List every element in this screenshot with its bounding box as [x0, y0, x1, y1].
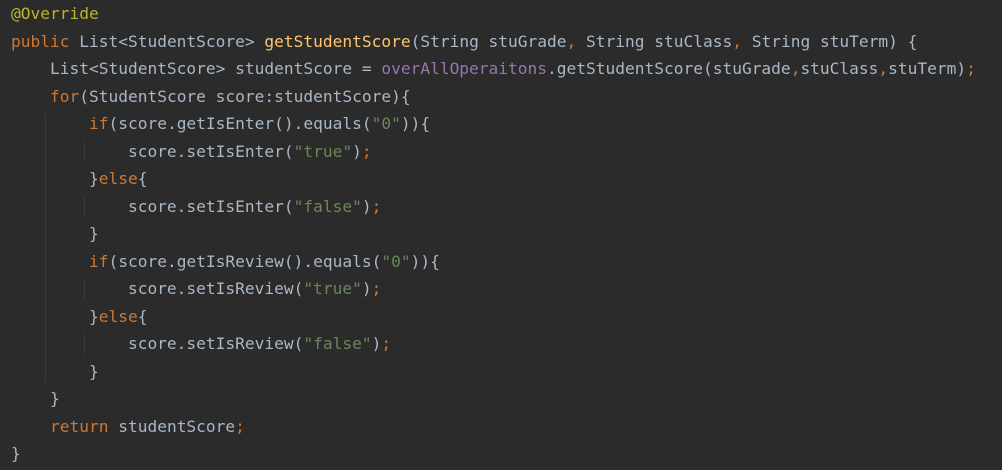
code-token-plain: )	[361, 279, 372, 298]
code-token-plain: )	[352, 141, 362, 161]
code-line: if(score.getIsEnter().equals("0")){	[11, 110, 430, 137]
code-token-keyword: else	[98, 169, 138, 188]
code-line: score.setIsEnter("true");	[11, 138, 372, 165]
code-token-keyword: else	[98, 306, 138, 326]
code-token-keyword: for	[49, 86, 80, 106]
code-token-plain: score.setIsEnter(	[11, 141, 294, 161]
code-token-keyword: ;	[371, 196, 382, 216]
code-token-plain: List<StudentScore>	[69, 31, 265, 51]
code-token-plain: }	[11, 169, 99, 188]
code-token-plain: .getStudentScore(stuGrade	[547, 59, 791, 78]
code-token-keyword: ;	[235, 416, 245, 436]
code-line: }	[11, 440, 21, 467]
code-token-keyword: ,	[566, 31, 587, 51]
code-token-field: overAllOperaitons	[381, 59, 548, 78]
code-token-plain: }	[11, 361, 99, 381]
code-line: score.setIsReview("true");	[11, 275, 381, 302]
code-token-string: "false"	[293, 196, 362, 216]
code-token-plain: )	[361, 196, 372, 216]
code-line: List<StudentScore> studentScore = overAl…	[11, 55, 976, 82]
code-token-plain: String stuClass	[586, 31, 733, 51]
code-line: }	[11, 385, 60, 412]
code-token-plain: score.setIsEnter(	[11, 196, 294, 216]
code-line: return studentScore;	[11, 413, 245, 440]
code-token-string: "0"	[371, 114, 401, 133]
code-token-plain: {	[137, 306, 148, 326]
code-token-keyword: ,	[732, 31, 752, 51]
code-token-method-decl: getStudentScore	[264, 31, 411, 51]
code-token-plain: (score.getIsReview().equals(	[108, 251, 382, 271]
code-token-keyword: ;	[381, 334, 392, 353]
code-token-keyword: ,	[878, 59, 889, 78]
code-token-plain: )	[371, 334, 382, 353]
code-line: }else{	[11, 303, 148, 330]
code-token-keyword: ;	[966, 59, 976, 78]
code-token-plain: stuClass	[800, 59, 879, 78]
code-token-keyword: public	[11, 31, 70, 51]
code-token-plain: (score.getIsEnter().equals(	[108, 114, 372, 133]
code-token-plain: )){	[410, 251, 440, 271]
code-token-plain: (StudentScore score:studentScore){	[79, 86, 411, 106]
code-token-plain: )){	[400, 114, 431, 133]
code-line: score.setIsEnter("false");	[11, 193, 381, 220]
code-token-plain: }	[11, 224, 99, 243]
code-line: }	[11, 220, 99, 247]
code-line: }else{	[11, 165, 148, 192]
code-token-keyword: if	[88, 251, 109, 271]
code-token-keyword: ,	[790, 59, 801, 78]
code-token-plain: score.setIsReview(	[11, 334, 304, 353]
code-token-plain: {	[137, 169, 148, 188]
code-line: for(StudentScore score:studentScore){	[11, 83, 411, 110]
code-token-keyword: if	[88, 114, 109, 133]
code-token-plain: studentScore	[108, 416, 236, 436]
code-token-string: "false"	[303, 334, 372, 353]
code-token-plain: }	[11, 389, 60, 408]
code-token-keyword: return	[49, 416, 109, 436]
code-token-keyword: ;	[361, 141, 372, 161]
code-token-string: "0"	[381, 251, 411, 271]
code-token-keyword: ;	[371, 279, 382, 298]
code-line: public List<StudentScore> getStudentScor…	[11, 28, 917, 55]
code-token-plain: String stuTerm) {	[751, 31, 918, 51]
code-token-string: "true"	[293, 141, 353, 161]
code-token-plain: (String stuGrade	[410, 31, 567, 51]
code-line: }	[11, 358, 99, 385]
code-line: @Override	[11, 0, 99, 27]
code-line: score.setIsReview("false");	[11, 330, 391, 357]
code-token-plain: List<StudentScore> studentScore =	[11, 59, 382, 78]
code-token-string: "true"	[303, 279, 362, 298]
code-token-plain: score.setIsReview(	[11, 279, 304, 298]
code-line: if(score.getIsReview().equals("0")){	[11, 248, 440, 275]
code-token-plain: stuTerm)	[888, 59, 967, 78]
code-token-plain: }	[11, 306, 99, 326]
code-token-plain: }	[11, 444, 21, 463]
code-token-annotation: @Override	[11, 4, 99, 23]
code-editor[interactable]: @Override public List<StudentScore> getSt…	[0, 0, 1002, 470]
